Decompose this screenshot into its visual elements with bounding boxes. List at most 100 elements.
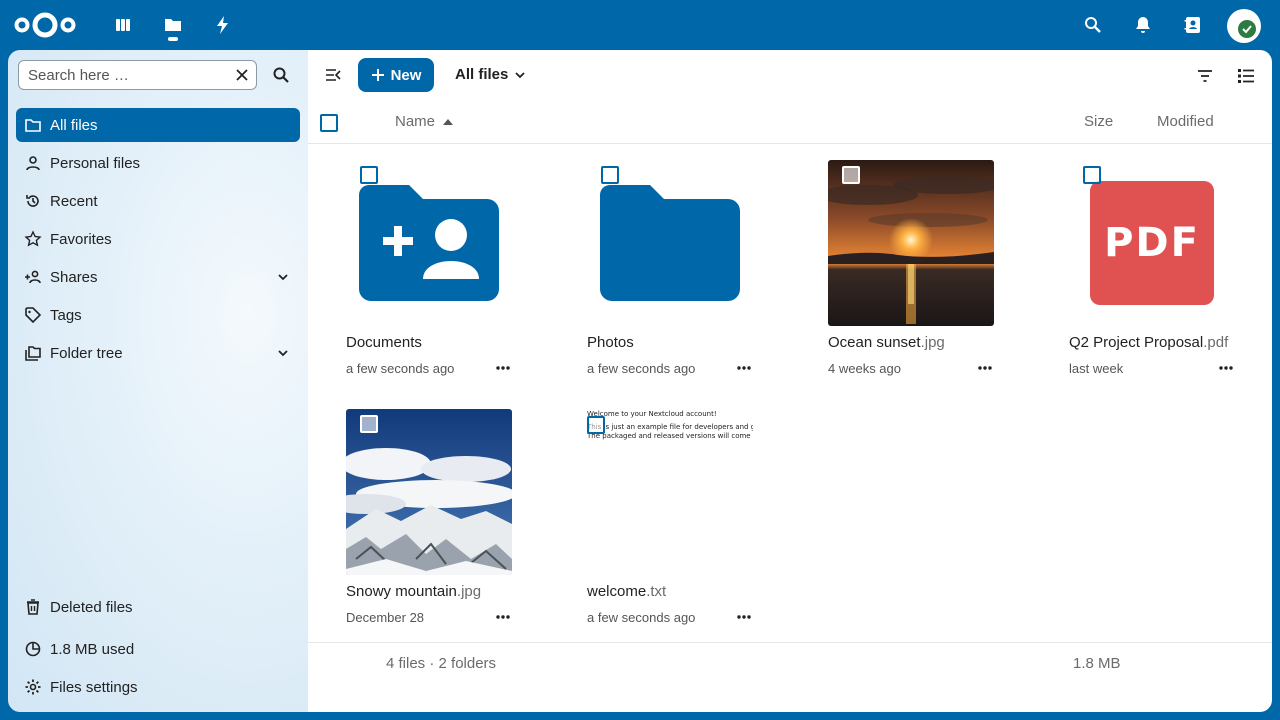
file-date: a few seconds ago [587,610,696,625]
file-checkbox[interactable] [842,166,860,184]
more-actions-icon[interactable] [737,366,751,370]
sidebar-item-label: All files [50,116,98,134]
dashboard-icon[interactable] [111,13,135,37]
file-name[interactable]: Documents [346,334,422,351]
file-date: last week [1069,361,1124,376]
chevron-down-icon[interactable] [276,270,290,284]
app-navigation: All files Personal files Recent Favorite… [8,50,308,712]
more-actions-icon[interactable] [737,615,751,619]
sidebar-item-personal-files[interactable]: Personal files [16,146,300,180]
files-settings-button[interactable]: Files settings [16,670,300,704]
file-checkbox[interactable] [360,166,378,184]
sunset-image-thumbnail [828,160,994,326]
search-input[interactable] [19,66,219,84]
files-main: New All files Name Size Modified Documen… [308,50,1272,712]
sort-by-name[interactable]: Name [395,113,454,130]
file-tile[interactable]: Welcome to your Nextcloud account! This … [577,409,777,644]
new-button[interactable]: New [358,58,434,92]
more-actions-icon[interactable] [496,615,510,619]
sidebar-item-deleted-files[interactable]: Deleted files [16,590,300,624]
history-icon [23,191,43,211]
sidebar-item-label: Tags [50,306,82,324]
file-checkbox[interactable] [1083,166,1101,184]
sidebar-item-tags[interactable]: Tags [16,298,300,332]
file-tile[interactable]: Ocean sunset.jpg 4 weeks ago [818,160,1018,395]
quota-label: 1.8 MB used [50,640,135,658]
folder-tree-icon [23,343,43,363]
shared-folder-icon [346,160,512,326]
file-date: 4 weeks ago [828,361,901,376]
search-submit-icon[interactable] [272,66,290,84]
file-tile[interactable]: Documents a few seconds ago [336,160,536,395]
online-status-icon [1236,18,1258,40]
file-checkbox[interactable] [601,166,619,184]
gear-icon [23,677,43,697]
text-file-preview: Welcome to your Nextcloud account! This … [587,409,753,575]
file-name[interactable]: Photos [587,334,634,351]
folder-icon [587,160,753,326]
files-summary: 4 files · 2 folders [386,655,497,672]
sidebar-item-recent[interactable]: Recent [16,184,300,218]
toggle-navigation-icon[interactable] [324,66,342,84]
total-size: 1.8 MB [1073,655,1121,672]
folder-icon [23,115,43,135]
pie-chart-icon [23,639,43,659]
column-size-label: Size [1084,113,1114,130]
pdf-icon: PDF [1069,160,1235,326]
activity-icon[interactable] [211,13,235,37]
sidebar-item-label: Recent [50,192,98,210]
sort-by-modified[interactable]: Modified [1157,113,1214,130]
column-modified-label: Modified [1157,113,1214,130]
sidebar-item-all-files[interactable]: All files [16,108,300,142]
file-date: a few seconds ago [346,361,455,376]
sort-ascending-icon [443,118,454,125]
sidebar-item-label: Shares [50,268,98,286]
file-date: a few seconds ago [587,361,696,376]
sidebar-item-label: Favorites [50,230,112,248]
file-name[interactable]: Ocean sunset.jpg [828,334,945,351]
file-tile[interactable]: Snowy mountain.jpg December 28 [336,409,536,644]
sidebar-item-label: Personal files [50,154,141,172]
bell-icon[interactable] [1131,13,1155,37]
breadcrumb[interactable]: All files [455,66,526,83]
pdf-badge: PDF [1104,220,1200,266]
breadcrumb-current: All files [455,66,509,83]
select-all-checkbox[interactable] [320,114,338,132]
more-actions-icon[interactable] [496,366,510,370]
files-icon[interactable] [161,13,185,37]
column-name-label: Name [395,113,436,130]
sidebar-item-shares[interactable]: Shares [16,260,300,294]
file-checkbox[interactable] [360,415,378,433]
file-name[interactable]: Q2 Project Proposal.pdf [1069,334,1228,351]
file-name[interactable]: welcome.txt [587,583,666,600]
file-checkbox[interactable] [587,416,605,434]
tag-icon [23,305,43,325]
nextcloud-logo[interactable] [14,12,76,38]
file-name[interactable]: Snowy mountain.jpg [346,583,481,600]
more-actions-icon[interactable] [1219,366,1233,370]
sidebar-item-favorites[interactable]: Favorites [16,222,300,256]
sidebar-item-folder-tree[interactable]: Folder tree [16,336,300,370]
sidebar-item-label: Folder tree [50,344,123,362]
preview-line: The packaged and released versions will … [587,432,753,440]
file-tile[interactable]: Photos a few seconds ago [577,160,777,395]
header-bar [0,0,1280,50]
star-icon [23,229,43,249]
list-view-icon[interactable] [1236,66,1256,86]
share-icon [23,267,43,287]
filter-icon[interactable] [1195,66,1215,86]
user-icon [23,153,43,173]
chevron-down-icon[interactable] [276,346,290,360]
clear-search-icon[interactable] [234,67,250,83]
sort-by-size[interactable]: Size [1084,113,1113,130]
file-list-header: Name Size Modified [308,100,1272,144]
mountain-image-thumbnail [346,409,512,575]
trash-icon [23,597,43,617]
contacts-icon[interactable] [1181,13,1205,37]
files-settings-label: Files settings [50,678,138,696]
search-icon[interactable] [1081,13,1105,37]
deleted-files-label: Deleted files [50,598,133,616]
more-actions-icon[interactable] [978,366,992,370]
active-app-indicator [168,37,178,41]
file-tile[interactable]: PDF Q2 Project Proposal.pdf last week [1059,160,1259,395]
